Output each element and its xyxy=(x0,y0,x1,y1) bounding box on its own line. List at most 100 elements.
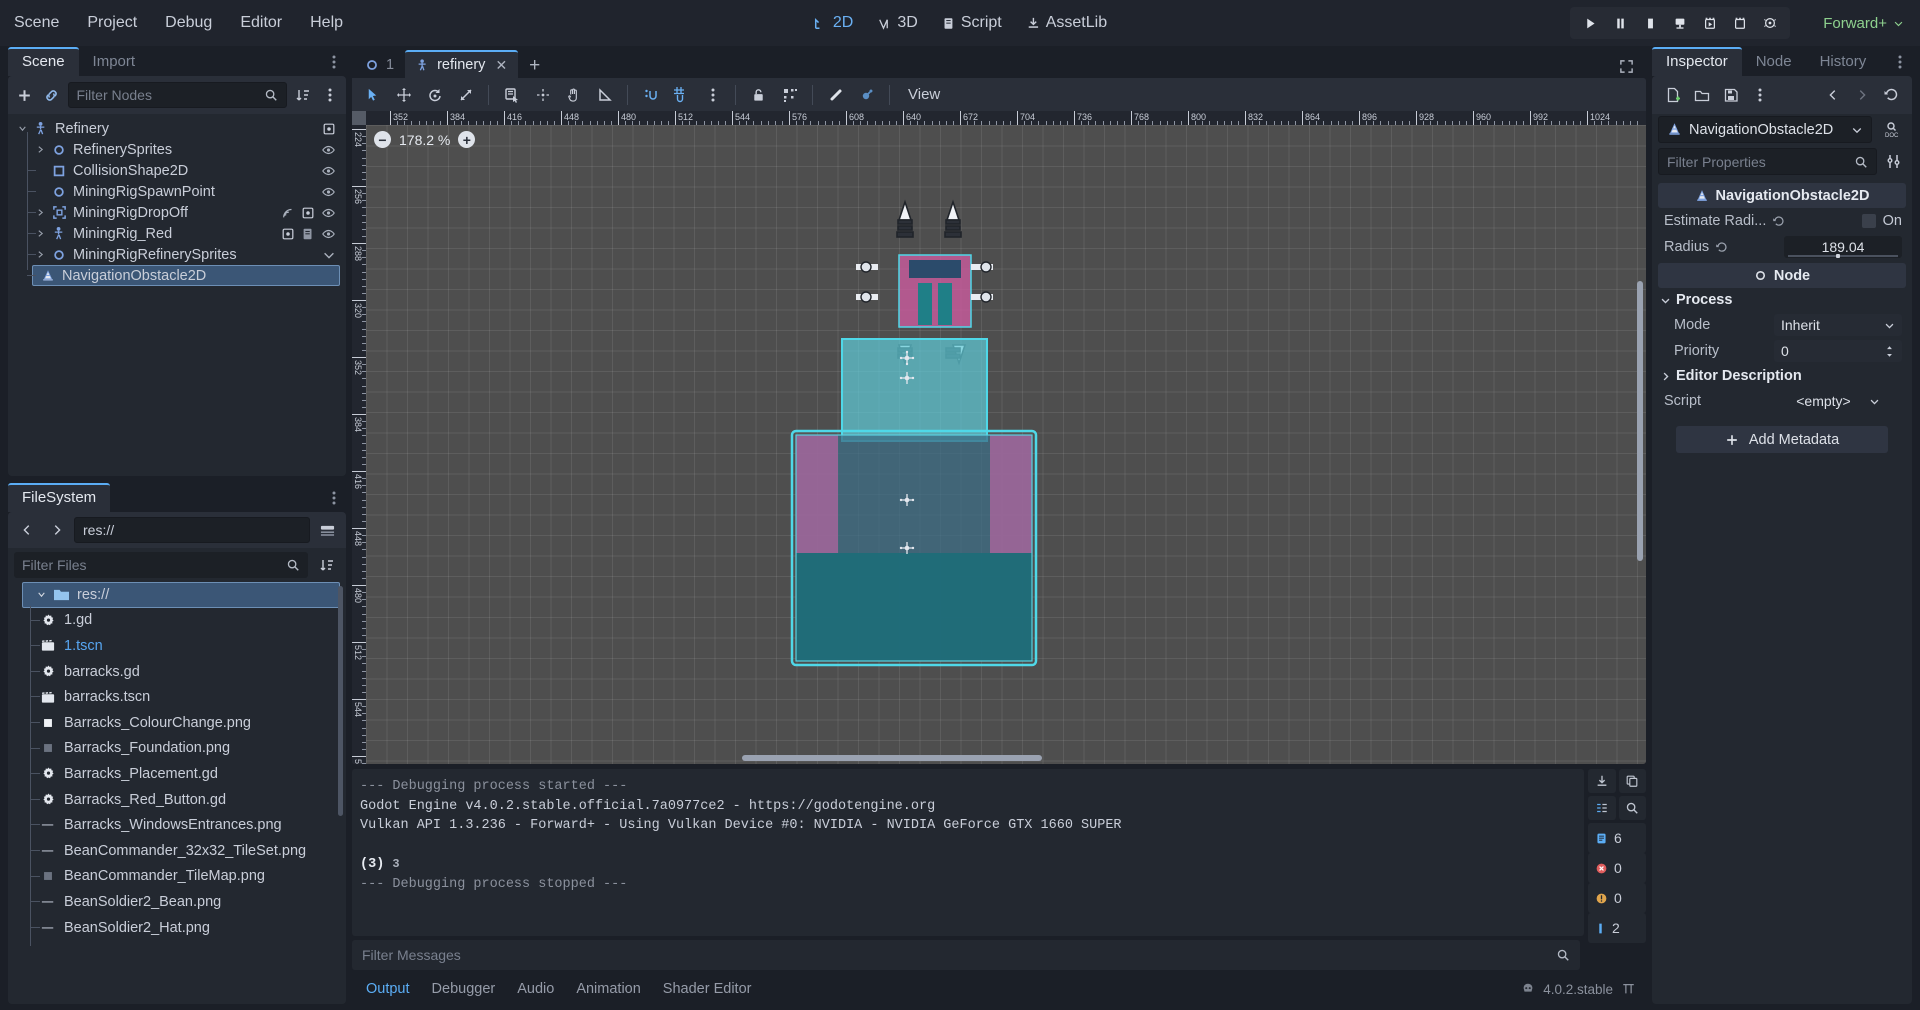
tree-twisty-right-icon[interactable] xyxy=(36,145,50,154)
play-custom-scene-button[interactable] xyxy=(1696,10,1724,36)
add-scene-tab-button[interactable]: + xyxy=(518,53,551,78)
radius-number-field[interactable]: 189.04 xyxy=(1784,236,1902,258)
filter-files-field[interactable] xyxy=(14,552,308,578)
tab-inspector[interactable]: Inspector xyxy=(1652,47,1742,76)
history-forward-icon[interactable] xyxy=(1849,82,1875,108)
script-icon[interactable] xyxy=(322,122,336,136)
remote-debug-button[interactable] xyxy=(1756,10,1784,36)
panel-resize-icon[interactable] xyxy=(1621,982,1636,996)
priority-spinbox[interactable]: 0 xyxy=(1774,340,1902,362)
horizontal-scrollbar[interactable] xyxy=(742,755,1042,761)
pause-button[interactable] xyxy=(1606,10,1634,36)
tree-twisty-down-icon[interactable] xyxy=(37,590,51,599)
open-docs-icon[interactable]: DOC xyxy=(1878,117,1904,143)
history-icon[interactable] xyxy=(1878,82,1904,108)
load-resource-icon[interactable] xyxy=(1689,82,1715,108)
mode-3d[interactable]: 3D xyxy=(867,9,927,37)
tab-filesystem[interactable]: FileSystem xyxy=(8,483,111,512)
history-back-icon[interactable] xyxy=(1820,82,1846,108)
menu-help[interactable]: Help xyxy=(296,8,357,38)
tree-twisty-right-icon[interactable] xyxy=(36,250,50,259)
visibility-icon[interactable] xyxy=(321,185,336,199)
renderer-selector[interactable]: Forward+ xyxy=(1823,15,1904,32)
scene-tree-item-navigationobstacle2d[interactable]: NavigationObstacle2D xyxy=(32,265,340,286)
filter-properties-field[interactable] xyxy=(1658,148,1877,175)
filesystem-file-list[interactable]: res:// 1.gd 1.tscn barracks.gd barracks.tscn… xyxy=(8,582,346,1004)
filter-messages-field[interactable] xyxy=(352,940,1580,970)
property-script[interactable]: Script <empty> xyxy=(1652,388,1912,414)
scene-tree-item-miningrigdropoff[interactable]: MiningRigDropOff xyxy=(8,202,346,223)
section-process[interactable]: Process xyxy=(1652,288,1912,312)
clear-output-icon[interactable] xyxy=(1588,769,1616,793)
tree-twisty-right-icon[interactable] xyxy=(36,208,50,217)
canvas-viewport[interactable]: 352 384 416 448 480 512 544 576 608 640 672 704 736 7… xyxy=(352,111,1646,764)
tree-twisty-down-icon[interactable] xyxy=(18,124,32,133)
filesystem-dock-menu-icon[interactable] xyxy=(332,490,346,512)
stop-button[interactable] xyxy=(1636,10,1664,36)
radius-slider-grabber[interactable] xyxy=(1835,254,1840,258)
skeleton-icon[interactable] xyxy=(821,82,850,107)
grid-snap-icon[interactable] xyxy=(667,82,696,107)
scene-tab-1[interactable]: 1 xyxy=(354,50,405,78)
menu-debug[interactable]: Debug xyxy=(151,8,226,38)
filesystem-file-item[interactable]: BeanSoldier2_Hat.png xyxy=(8,915,346,941)
filesystem-file-item[interactable]: barracks.gd xyxy=(8,659,346,685)
filesystem-file-item[interactable]: Barracks_Foundation.png xyxy=(8,736,346,762)
visibility-icon[interactable] xyxy=(321,206,336,220)
vertical-scrollbar[interactable] xyxy=(1637,281,1643,561)
filesystem-file-item[interactable]: Barracks_Placement.gd xyxy=(8,761,346,787)
filesystem-file-item[interactable]: 1.tscn xyxy=(8,633,346,659)
visibility-icon[interactable] xyxy=(321,227,336,241)
object-tools-icon[interactable] xyxy=(1883,149,1904,175)
filesystem-sort-icon[interactable] xyxy=(314,552,340,578)
ruler-horizontal[interactable]: 352 384 416 448 480 512 544 576 608 640 672 704 736 7… xyxy=(352,111,1646,125)
filter-nodes-input[interactable] xyxy=(76,87,258,103)
animation-key-icon[interactable] xyxy=(852,82,881,107)
list-select-icon[interactable] xyxy=(497,82,526,107)
tab-scene[interactable]: Scene xyxy=(8,47,79,76)
inspector-object-selector[interactable]: NavigationObstacle2D xyxy=(1658,116,1872,143)
chevron-left-icon[interactable] xyxy=(14,517,40,543)
property-radius-value-group[interactable]: 189.04 xyxy=(1784,236,1902,258)
property-mode[interactable]: Mode Inherit xyxy=(1652,312,1912,338)
output-counter-message[interactable]: 6 xyxy=(1588,823,1646,853)
filesystem-path-field[interactable]: res:// xyxy=(74,517,310,543)
search-output-icon[interactable] xyxy=(1618,796,1646,820)
visibility-icon[interactable] xyxy=(321,164,336,178)
scene-dock-menu-icon[interactable] xyxy=(332,54,346,76)
tools-menu-icon[interactable] xyxy=(1747,82,1773,108)
section-editor-description[interactable]: Editor Description xyxy=(1652,364,1912,388)
script-field[interactable]: <empty> xyxy=(1774,390,1902,412)
snap-mode-icon[interactable] xyxy=(636,82,665,107)
save-resource-icon[interactable] xyxy=(1718,82,1744,108)
filesystem-file-item[interactable]: BeanCommander_TileMap.png xyxy=(8,864,346,890)
select-mode-icon[interactable] xyxy=(358,82,387,107)
estimate-radius-checkbox[interactable] xyxy=(1861,214,1876,228)
scene-more-icon[interactable] xyxy=(319,82,340,108)
property-script-value-group[interactable]: <empty> xyxy=(1774,390,1902,412)
filesystem-scrollbar[interactable] xyxy=(338,586,343,816)
filesystem-file-item[interactable]: Barracks_Red_Button.gd xyxy=(8,787,346,813)
script-icon[interactable] xyxy=(301,206,315,220)
filter-files-input[interactable] xyxy=(22,557,280,573)
property-estimate-radius[interactable]: Estimate Radi... On xyxy=(1652,208,1912,234)
menu-scene[interactable]: Scene xyxy=(0,8,73,38)
zoom-in-button[interactable]: + xyxy=(458,131,476,148)
pivot-icon[interactable] xyxy=(528,82,557,107)
ruler-mode-icon[interactable] xyxy=(590,82,619,107)
output-log[interactable]: --- Debugging process started --- Godot E… xyxy=(352,769,1584,936)
tab-output[interactable]: Output xyxy=(356,977,420,1001)
tab-shader-editor[interactable]: Shader Editor xyxy=(653,977,762,1001)
signal-icon[interactable] xyxy=(281,206,295,220)
play-button[interactable] xyxy=(1576,10,1604,36)
chevron-right-icon[interactable] xyxy=(44,517,70,543)
output-counter-warning[interactable]: 0 xyxy=(1588,883,1646,913)
filesystem-file-item[interactable]: BeanSoldier2_Bean.png xyxy=(8,889,346,915)
play-scene-button[interactable] xyxy=(1666,10,1694,36)
copy-output-icon[interactable] xyxy=(1618,769,1646,793)
output-counter-error[interactable]: 0 xyxy=(1588,853,1646,883)
script2-icon[interactable] xyxy=(301,227,315,241)
split-mode-icon[interactable] xyxy=(314,517,340,543)
scale-mode-icon[interactable] xyxy=(451,82,480,107)
group-icon[interactable] xyxy=(775,82,804,107)
